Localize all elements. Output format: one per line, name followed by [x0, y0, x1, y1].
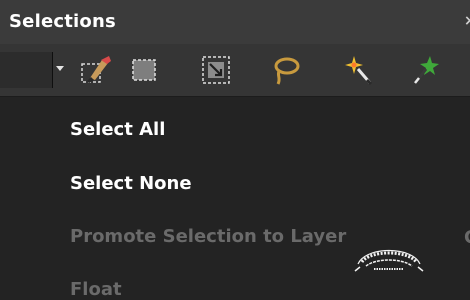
selection-toolbar [0, 44, 470, 97]
chevron-down-icon[interactable] [56, 66, 64, 71]
crop-to-selection-icon[interactable] [198, 52, 234, 88]
lasso-icon[interactable] [268, 52, 304, 88]
smart-selection-wand-icon[interactable] [410, 52, 446, 88]
rectangle-select-icon[interactable] [127, 52, 163, 88]
tool-preset-dropdown[interactable] [0, 52, 53, 88]
menu-item-select-all[interactable]: Select All [70, 119, 165, 140]
cropped-menu-text: C [464, 227, 470, 248]
panel-title: Selections [9, 11, 116, 32]
close-icon[interactable]: × [464, 13, 470, 29]
menu-item-float: Float [70, 279, 122, 300]
magic-wand-icon[interactable] [340, 52, 376, 88]
watermark-logo [352, 240, 426, 276]
menu-item-select-none[interactable]: Select None [70, 173, 192, 194]
brush-selection-icon[interactable] [78, 52, 114, 88]
menu-item-promote-selection: Promote Selection to Layer [70, 226, 347, 247]
panel-titlebar: Selections × [0, 0, 470, 44]
